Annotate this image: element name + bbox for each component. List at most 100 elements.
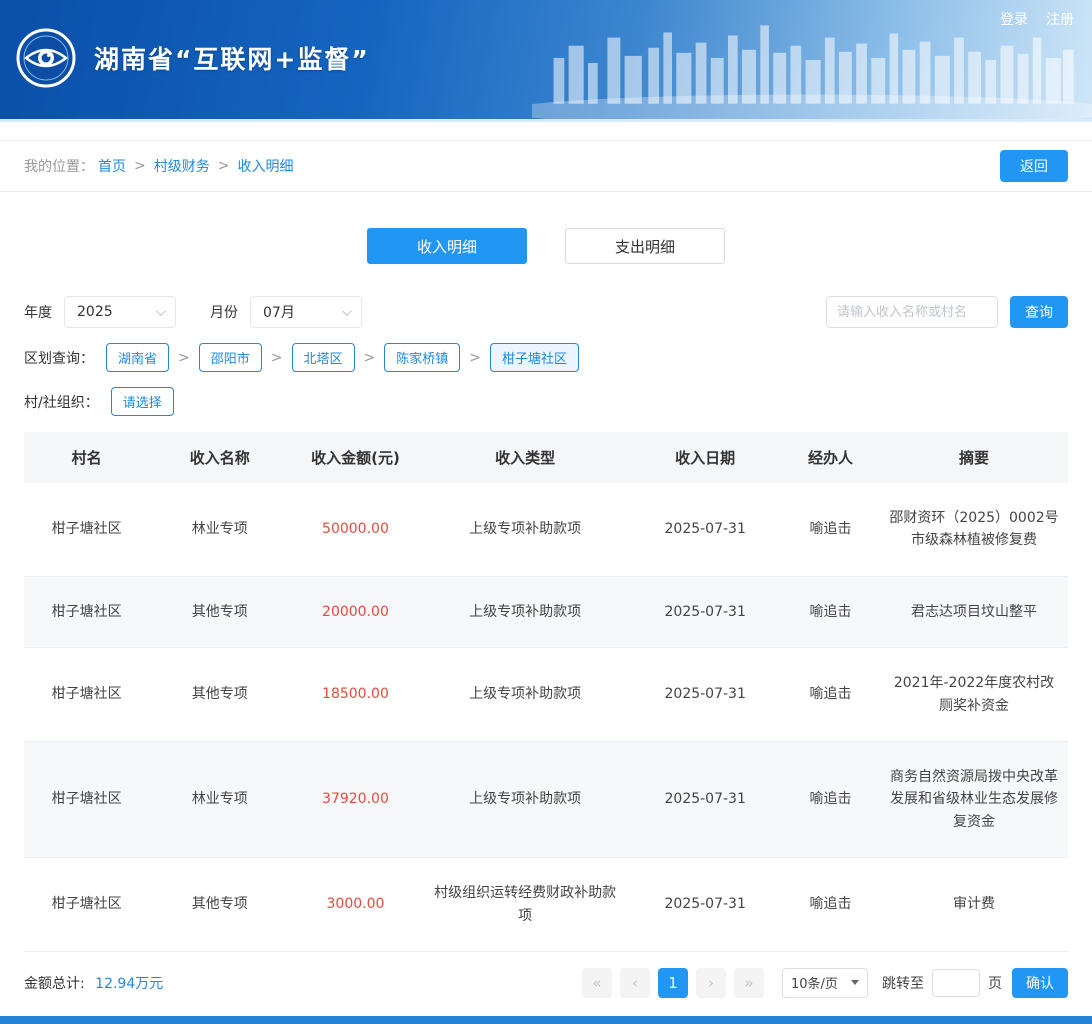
- breadcrumb-village-finance[interactable]: 村级财务: [154, 156, 210, 176]
- column-header-income-type: 收入类型: [421, 432, 630, 483]
- page-size-select[interactable]: 10条/页: [782, 968, 868, 998]
- next-page-button[interactable]: ›: [696, 968, 726, 998]
- cell-income-type: 上级专项补助款项: [421, 648, 630, 742]
- cell-income-name: 其他专项: [149, 648, 290, 742]
- page-number-button[interactable]: 1: [658, 968, 688, 998]
- region-chip-province[interactable]: 湖南省: [106, 343, 169, 372]
- breadcrumb-separator: >: [134, 158, 146, 174]
- region-separator: >: [178, 350, 190, 366]
- table-row: 柑子塘社区 其他专项 20000.00 上级专项补助款项 2025-07-31 …: [24, 576, 1068, 647]
- cell-date: 2025-07-31: [630, 576, 781, 647]
- month-label: 月份: [210, 302, 238, 322]
- confirm-button[interactable]: 确认: [1012, 968, 1068, 998]
- cell-operator: 喻追击: [781, 741, 880, 857]
- page-unit-label: 页: [988, 973, 1002, 993]
- cell-operator: 喻追击: [781, 858, 880, 952]
- detail-tabs: 收入明细 支出明细: [0, 228, 1092, 264]
- cell-income-type: 上级专项补助款项: [421, 576, 630, 647]
- cell-operator: 喻追击: [781, 483, 880, 576]
- month-select-value: 07月: [263, 302, 295, 322]
- column-header-summary: 摘要: [880, 432, 1068, 483]
- cell-amount: 50000.00: [290, 483, 421, 576]
- total-label: 金额总计:: [24, 976, 85, 992]
- cell-date: 2025-07-31: [630, 741, 781, 857]
- org-label: 村/社组织：: [24, 392, 99, 412]
- jump-label: 跳转至: [882, 973, 924, 993]
- search-button[interactable]: 查询: [1010, 296, 1068, 328]
- breadcrumb-label: 我的位置：: [24, 156, 94, 176]
- region-chip-town[interactable]: 陈家桥镇: [384, 343, 460, 372]
- search-input[interactable]: [826, 296, 998, 328]
- site-title: 湖南省“互联网+监督”: [94, 40, 370, 76]
- year-label: 年度: [24, 302, 52, 322]
- last-page-button[interactable]: »: [734, 968, 764, 998]
- region-label: 区划查询：: [24, 348, 94, 368]
- column-header-village: 村名: [24, 432, 149, 483]
- cell-income-type: 村级组织运转经费财政补助款项: [421, 858, 630, 952]
- cell-date: 2025-07-31: [630, 858, 781, 952]
- tab-income-detail[interactable]: 收入明细: [367, 228, 527, 264]
- main-content: 收入明细 支出明细 年度 2025 月份 07月 查询 区划查询： 湖南省 > …: [0, 228, 1092, 1012]
- region-chip-community[interactable]: 柑子塘社区: [490, 343, 579, 372]
- cell-income-name: 林业专项: [149, 741, 290, 857]
- breadcrumb-home[interactable]: 首页: [98, 156, 126, 176]
- cell-amount: 37920.00: [290, 741, 421, 857]
- region-chip-city[interactable]: 邵阳市: [199, 343, 262, 372]
- cell-date: 2025-07-31: [630, 483, 781, 576]
- table-row: 柑子塘社区 林业专项 50000.00 上级专项补助款项 2025-07-31 …: [24, 483, 1068, 576]
- register-link[interactable]: 注册: [1046, 9, 1074, 29]
- cell-amount: 18500.00: [290, 648, 421, 742]
- year-select[interactable]: 2025: [64, 296, 176, 328]
- site-header: 登录 注册 湖南省“互联网+监督”: [0, 0, 1092, 122]
- breadcrumb-separator: >: [218, 158, 230, 174]
- cell-village: 柑子塘社区: [24, 483, 149, 576]
- cell-village: 柑子塘社区: [24, 741, 149, 857]
- first-page-button[interactable]: «: [582, 968, 612, 998]
- login-link[interactable]: 登录: [1000, 9, 1028, 29]
- column-header-income-name: 收入名称: [149, 432, 290, 483]
- chevron-down-icon: [156, 306, 166, 316]
- table-row: 柑子塘社区 其他专项 3000.00 村级组织运转经费财政补助款项 2025-0…: [24, 858, 1068, 952]
- jump-page-input[interactable]: [932, 969, 980, 997]
- cell-summary: 君志达项目坟山整平: [880, 576, 1068, 647]
- total-amount: 金额总计: 12.94万元: [24, 973, 163, 993]
- region-separator: >: [364, 350, 376, 366]
- cell-date: 2025-07-31: [630, 648, 781, 742]
- income-table: 村名 收入名称 收入金额(元) 收入类型 收入日期 经办人 摘要 柑子塘社区 林…: [24, 432, 1068, 952]
- page-footer-bar: [0, 1016, 1092, 1024]
- year-select-value: 2025: [77, 304, 113, 320]
- table-row: 柑子塘社区 林业专项 37920.00 上级专项补助款项 2025-07-31 …: [24, 741, 1068, 857]
- back-button[interactable]: 返回: [1000, 150, 1068, 182]
- cell-village: 柑子塘社区: [24, 858, 149, 952]
- tab-expense-detail[interactable]: 支出明细: [565, 228, 725, 264]
- cell-operator: 喻追击: [781, 576, 880, 647]
- cell-amount: 20000.00: [290, 576, 421, 647]
- cell-income-name: 其他专项: [149, 576, 290, 647]
- table-header-row: 村名 收入名称 收入金额(元) 收入类型 收入日期 经办人 摘要: [24, 432, 1068, 483]
- cell-village: 柑子塘社区: [24, 648, 149, 742]
- prev-page-button[interactable]: ‹: [620, 968, 650, 998]
- column-header-date: 收入日期: [630, 432, 781, 483]
- region-separator: >: [469, 350, 481, 366]
- region-chip-district[interactable]: 北塔区: [292, 343, 355, 372]
- cell-operator: 喻追击: [781, 648, 880, 742]
- pagination: « ‹ 1 › » 10条/页 跳转至 页 确认: [578, 968, 1068, 998]
- org-filter-row: 村/社组织： 请选择: [24, 387, 1068, 416]
- cell-income-type: 上级专项补助款项: [421, 741, 630, 857]
- table-row: 柑子塘社区 其他专项 18500.00 上级专项补助款项 2025-07-31 …: [24, 648, 1068, 742]
- cell-summary: 邵财资环（2025）0002号市级森林植被修复费: [880, 483, 1068, 576]
- chevron-down-icon: [342, 306, 352, 316]
- page-size-value: 10条/页: [791, 973, 838, 992]
- chevron-down-icon: [851, 980, 859, 985]
- cell-income-name: 林业专项: [149, 483, 290, 576]
- cell-village: 柑子塘社区: [24, 576, 149, 647]
- cell-summary: 审计费: [880, 858, 1068, 952]
- org-select-button[interactable]: 请选择: [111, 387, 174, 416]
- cell-summary: 商务自然资源局拨中央改革发展和省级林业生态发展修复资金: [880, 741, 1068, 857]
- month-select[interactable]: 07月: [250, 296, 362, 328]
- breadcrumb-income-detail[interactable]: 收入明细: [237, 156, 293, 176]
- cell-income-type: 上级专项补助款项: [421, 483, 630, 576]
- total-value: 12.94万元: [95, 976, 163, 992]
- site-logo: [16, 28, 76, 88]
- region-filter-row: 区划查询： 湖南省 > 邵阳市 > 北塔区 > 陈家桥镇 > 柑子塘社区: [24, 343, 1068, 372]
